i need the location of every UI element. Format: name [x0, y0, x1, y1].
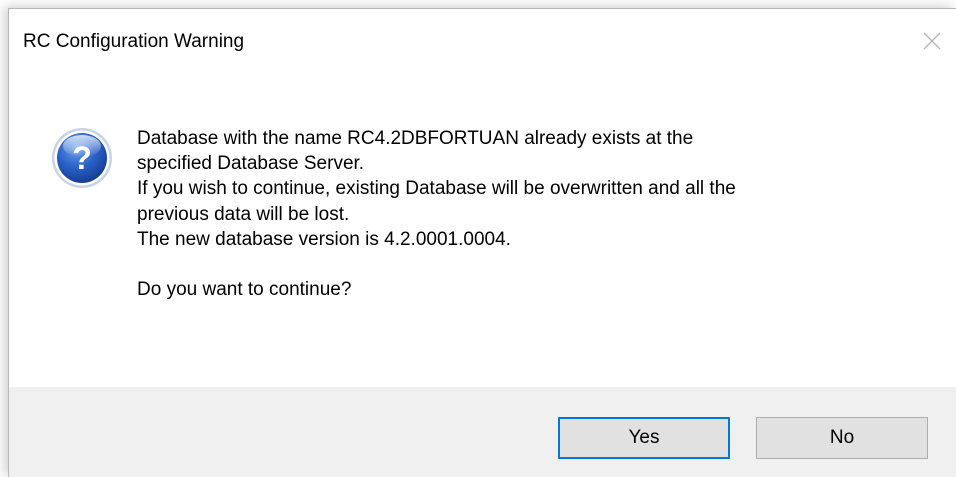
message-area: ? Database with the name RC4.2DBFORTUAN … [9, 79, 956, 387]
window-title: RC Configuration Warning [23, 31, 245, 52]
message-text: Database with the name RC4.2DBFORTUAN al… [137, 126, 937, 302]
button-bar: Yes No [9, 387, 956, 477]
message-line: If you wish to continue, existing Databa… [137, 178, 736, 200]
message-spacer [137, 252, 937, 277]
title-bar[interactable]: RC Configuration Warning [9, 9, 956, 79]
message-line: The new database version is 4.2.0001.000… [137, 228, 511, 250]
svg-text:?: ? [72, 140, 92, 176]
message-line: previous data will be lost. [137, 203, 350, 225]
question-icon: ? [52, 128, 112, 188]
close-icon [923, 32, 941, 50]
message-line: Database with the name RC4.2DBFORTUAN al… [137, 128, 694, 149]
warning-dialog: RC Configuration Warning ? Database with… [8, 8, 956, 477]
message-line: specified Database Server. [137, 153, 365, 175]
yes-button[interactable]: Yes [558, 417, 730, 459]
no-button[interactable]: No [756, 417, 928, 459]
close-button[interactable] [912, 23, 952, 59]
message-question: Do you want to continue? [137, 279, 352, 301]
